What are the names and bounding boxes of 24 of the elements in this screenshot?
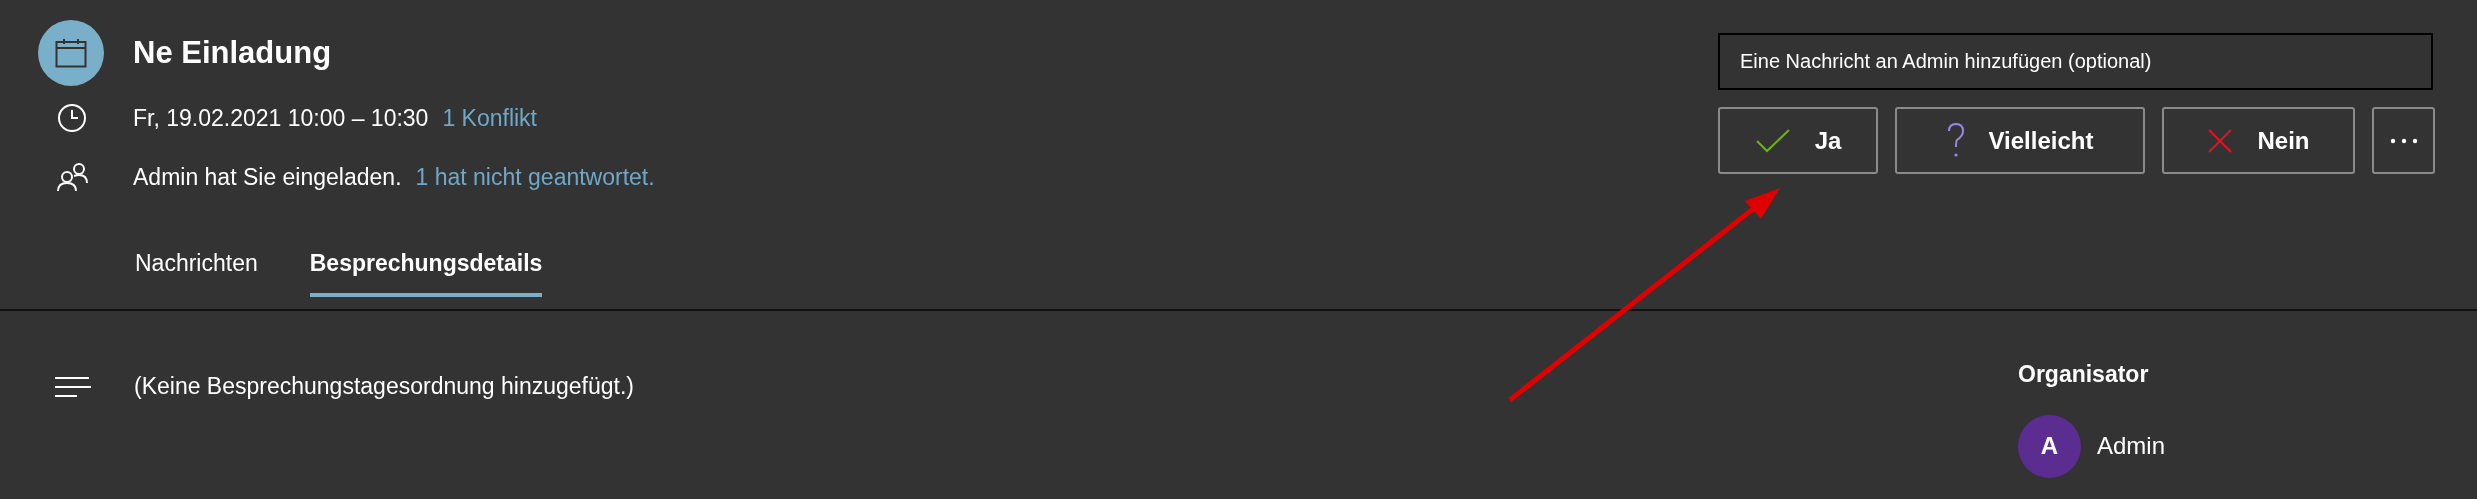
- question-mark-icon: [1946, 122, 1965, 159]
- avatar: A: [2018, 414, 2081, 478]
- checkmark-icon: [1754, 127, 1791, 154]
- organizer-heading: Organisator: [2018, 360, 2150, 389]
- conflict-link[interactable]: 1 Konflikt: [442, 100, 537, 136]
- response-button[interactable]: Nein: [2162, 107, 2355, 174]
- event-time: Fr, 19.02.2021 10:00 – 10:30: [133, 103, 429, 133]
- text-lines-icon: [55, 375, 91, 398]
- more-button[interactable]: [2372, 107, 2435, 174]
- tab[interactable]: Nachrichten: [135, 229, 258, 297]
- invite-text: Admin hat Sie eingeladen.: [133, 162, 402, 192]
- response-button[interactable]: Vielleicht: [1895, 107, 2145, 174]
- event-title: Ne Einladung: [133, 33, 332, 72]
- response-button[interactable]: Ja: [1718, 107, 1878, 174]
- clock-icon: [56, 103, 87, 133]
- response-link[interactable]: 1 hat nicht geantwortet.: [415, 159, 655, 195]
- more-icon: [2389, 137, 2418, 144]
- agenda-text: (Keine Besprechungstagesordnung hinzugefügt.): [134, 372, 634, 402]
- close-icon: [2207, 127, 2234, 154]
- organizer-name: Admin: [2097, 431, 2166, 461]
- people-icon: [55, 162, 88, 192]
- calendar-icon: [55, 38, 87, 68]
- message-field[interactable]: Eine Nachricht an Admin hinzufügen (optional): [1718, 33, 2433, 90]
- tab[interactable]: Besprechungsdetails: [309, 229, 543, 297]
